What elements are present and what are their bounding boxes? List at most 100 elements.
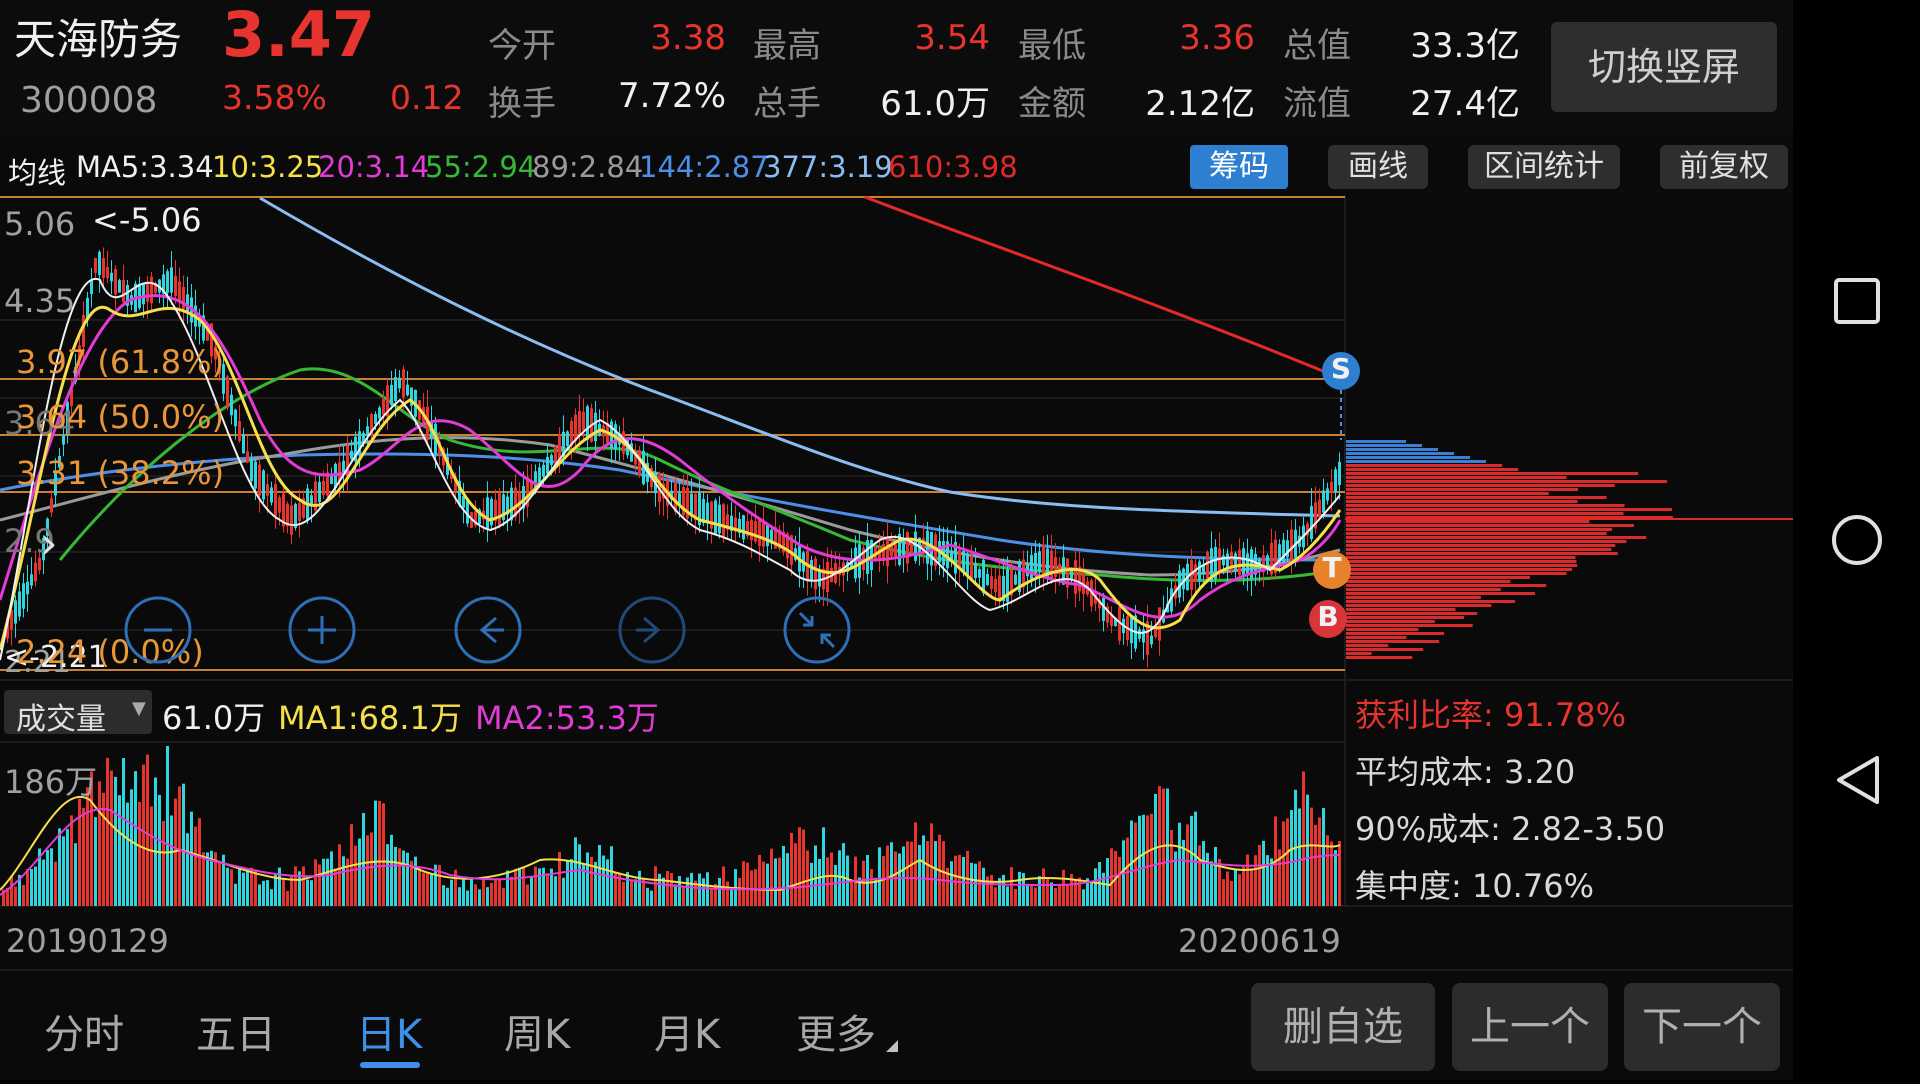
amount-label: 金额 [1018,84,1086,124]
chip-bar [1346,648,1424,651]
pan-left-icon[interactable] [454,596,522,664]
volume-bar [654,866,657,906]
remove-watchlist-button[interactable]: 删自选 [1251,983,1435,1071]
tab-monthly-k[interactable]: 月K [654,1002,720,1060]
mcap-label: 总值 [1283,26,1351,66]
volume-bar [1006,886,1009,906]
volume-bar [310,880,313,906]
volume-bar [330,851,333,906]
chip-bar [1346,632,1445,635]
volume-bar [274,874,277,906]
tab-five-day[interactable]: 五日 [196,1002,276,1060]
volume-ma1: MA1:68.1万 [278,699,462,737]
chip-bar [1346,500,1578,503]
next-stock-button[interactable]: 下一个 [1624,983,1780,1071]
volume-bar [1118,856,1121,906]
volume-bar [1214,846,1217,906]
volume-bar [1034,887,1037,906]
volume-bar [98,781,101,906]
volume-bar [1150,813,1153,906]
chip-bar [1346,532,1607,535]
volume-bar [262,880,265,906]
volume-bar [774,858,777,906]
chip-bar [1346,576,1530,579]
back-icon[interactable] [1837,756,1879,804]
volume-bar [326,858,329,906]
volume-bar [1226,871,1229,906]
chip-bar [1346,508,1672,511]
volume-bar [498,879,501,906]
volume-bar [106,757,109,906]
chips-button[interactable]: 筹码 [1190,145,1288,189]
volume-bar [366,835,369,906]
chart-controls [124,596,851,664]
volume-bar [710,889,713,906]
volume-bar [398,848,401,906]
volume-bar [778,857,781,906]
volume-bar [1170,830,1173,906]
tab-weekly-k[interactable]: 周K [504,1002,570,1060]
volume-bar [622,881,625,906]
volume-bar [1038,876,1041,906]
volume-bar [1298,808,1301,906]
volume-bar [650,890,653,906]
draw-line-button[interactable]: 画线 [1328,145,1428,189]
volume-bar [562,877,565,906]
volume-bar [1042,868,1045,906]
volume-bar [510,876,513,906]
volume-bar [1166,788,1169,906]
indicator-selector-label: 成交量 [16,702,106,737]
expand-left-icon[interactable]: › [40,518,58,569]
previous-stock-button[interactable]: 上一个 [1452,983,1608,1071]
volume-bar [738,878,741,906]
volume-bar [166,746,169,906]
zoom-out-icon[interactable] [124,596,192,664]
volume-bar [170,815,173,906]
volume-bar [270,889,273,906]
volume-bar [186,833,189,906]
zoom-in-icon[interactable] [288,596,356,664]
volume-bar [42,859,45,906]
tab-intraday[interactable]: 分时 [44,1002,124,1060]
volume-bar [702,878,705,906]
volume-bar [1162,788,1165,906]
volume-bar [830,852,833,906]
volume-bar [1146,815,1149,906]
volume-bar [302,866,305,906]
volume-bar [46,849,49,906]
recent-apps-icon[interactable] [1834,278,1880,324]
home-icon[interactable] [1832,515,1882,565]
volume-bar [254,870,257,906]
indicator-selector[interactable]: 成交量 ▼ [4,690,152,737]
volume-bar [406,852,409,906]
price-adjust-button[interactable]: 前复权 [1660,145,1788,189]
volume-bar [1194,811,1197,906]
chip-bar [1346,652,1372,655]
volume-bar [462,879,465,906]
volume-bar [1030,885,1033,906]
volume-bar [466,890,469,906]
chip-bar [1346,656,1413,659]
tab-daily-k[interactable]: 日K [356,1002,422,1060]
volume-bar [414,856,417,906]
volume-bar [798,827,801,906]
volume-bar [1238,874,1241,906]
tab-more[interactable]: 更多 [796,1002,876,1060]
volume-bar [770,848,773,906]
switch-portrait-button[interactable]: 切换竖屏 [1551,22,1777,112]
volume-bar [258,884,261,906]
volume-bar [922,835,925,906]
volume-bar [930,823,933,906]
range-stats-button[interactable]: 区间统计 [1468,145,1620,189]
volume-bar [1262,840,1265,906]
chip-bar [1346,628,1419,631]
pan-right-icon[interactable] [618,596,686,664]
concentration: 集中度: 10.76% [1355,867,1594,905]
chip-bar [1346,476,1567,479]
chip-bar [1346,480,1667,483]
collapse-icon[interactable] [783,596,851,664]
chip-bar [1346,620,1435,623]
volume-bar [26,868,29,906]
volume-bar [190,811,193,906]
volume-bar [914,822,917,906]
